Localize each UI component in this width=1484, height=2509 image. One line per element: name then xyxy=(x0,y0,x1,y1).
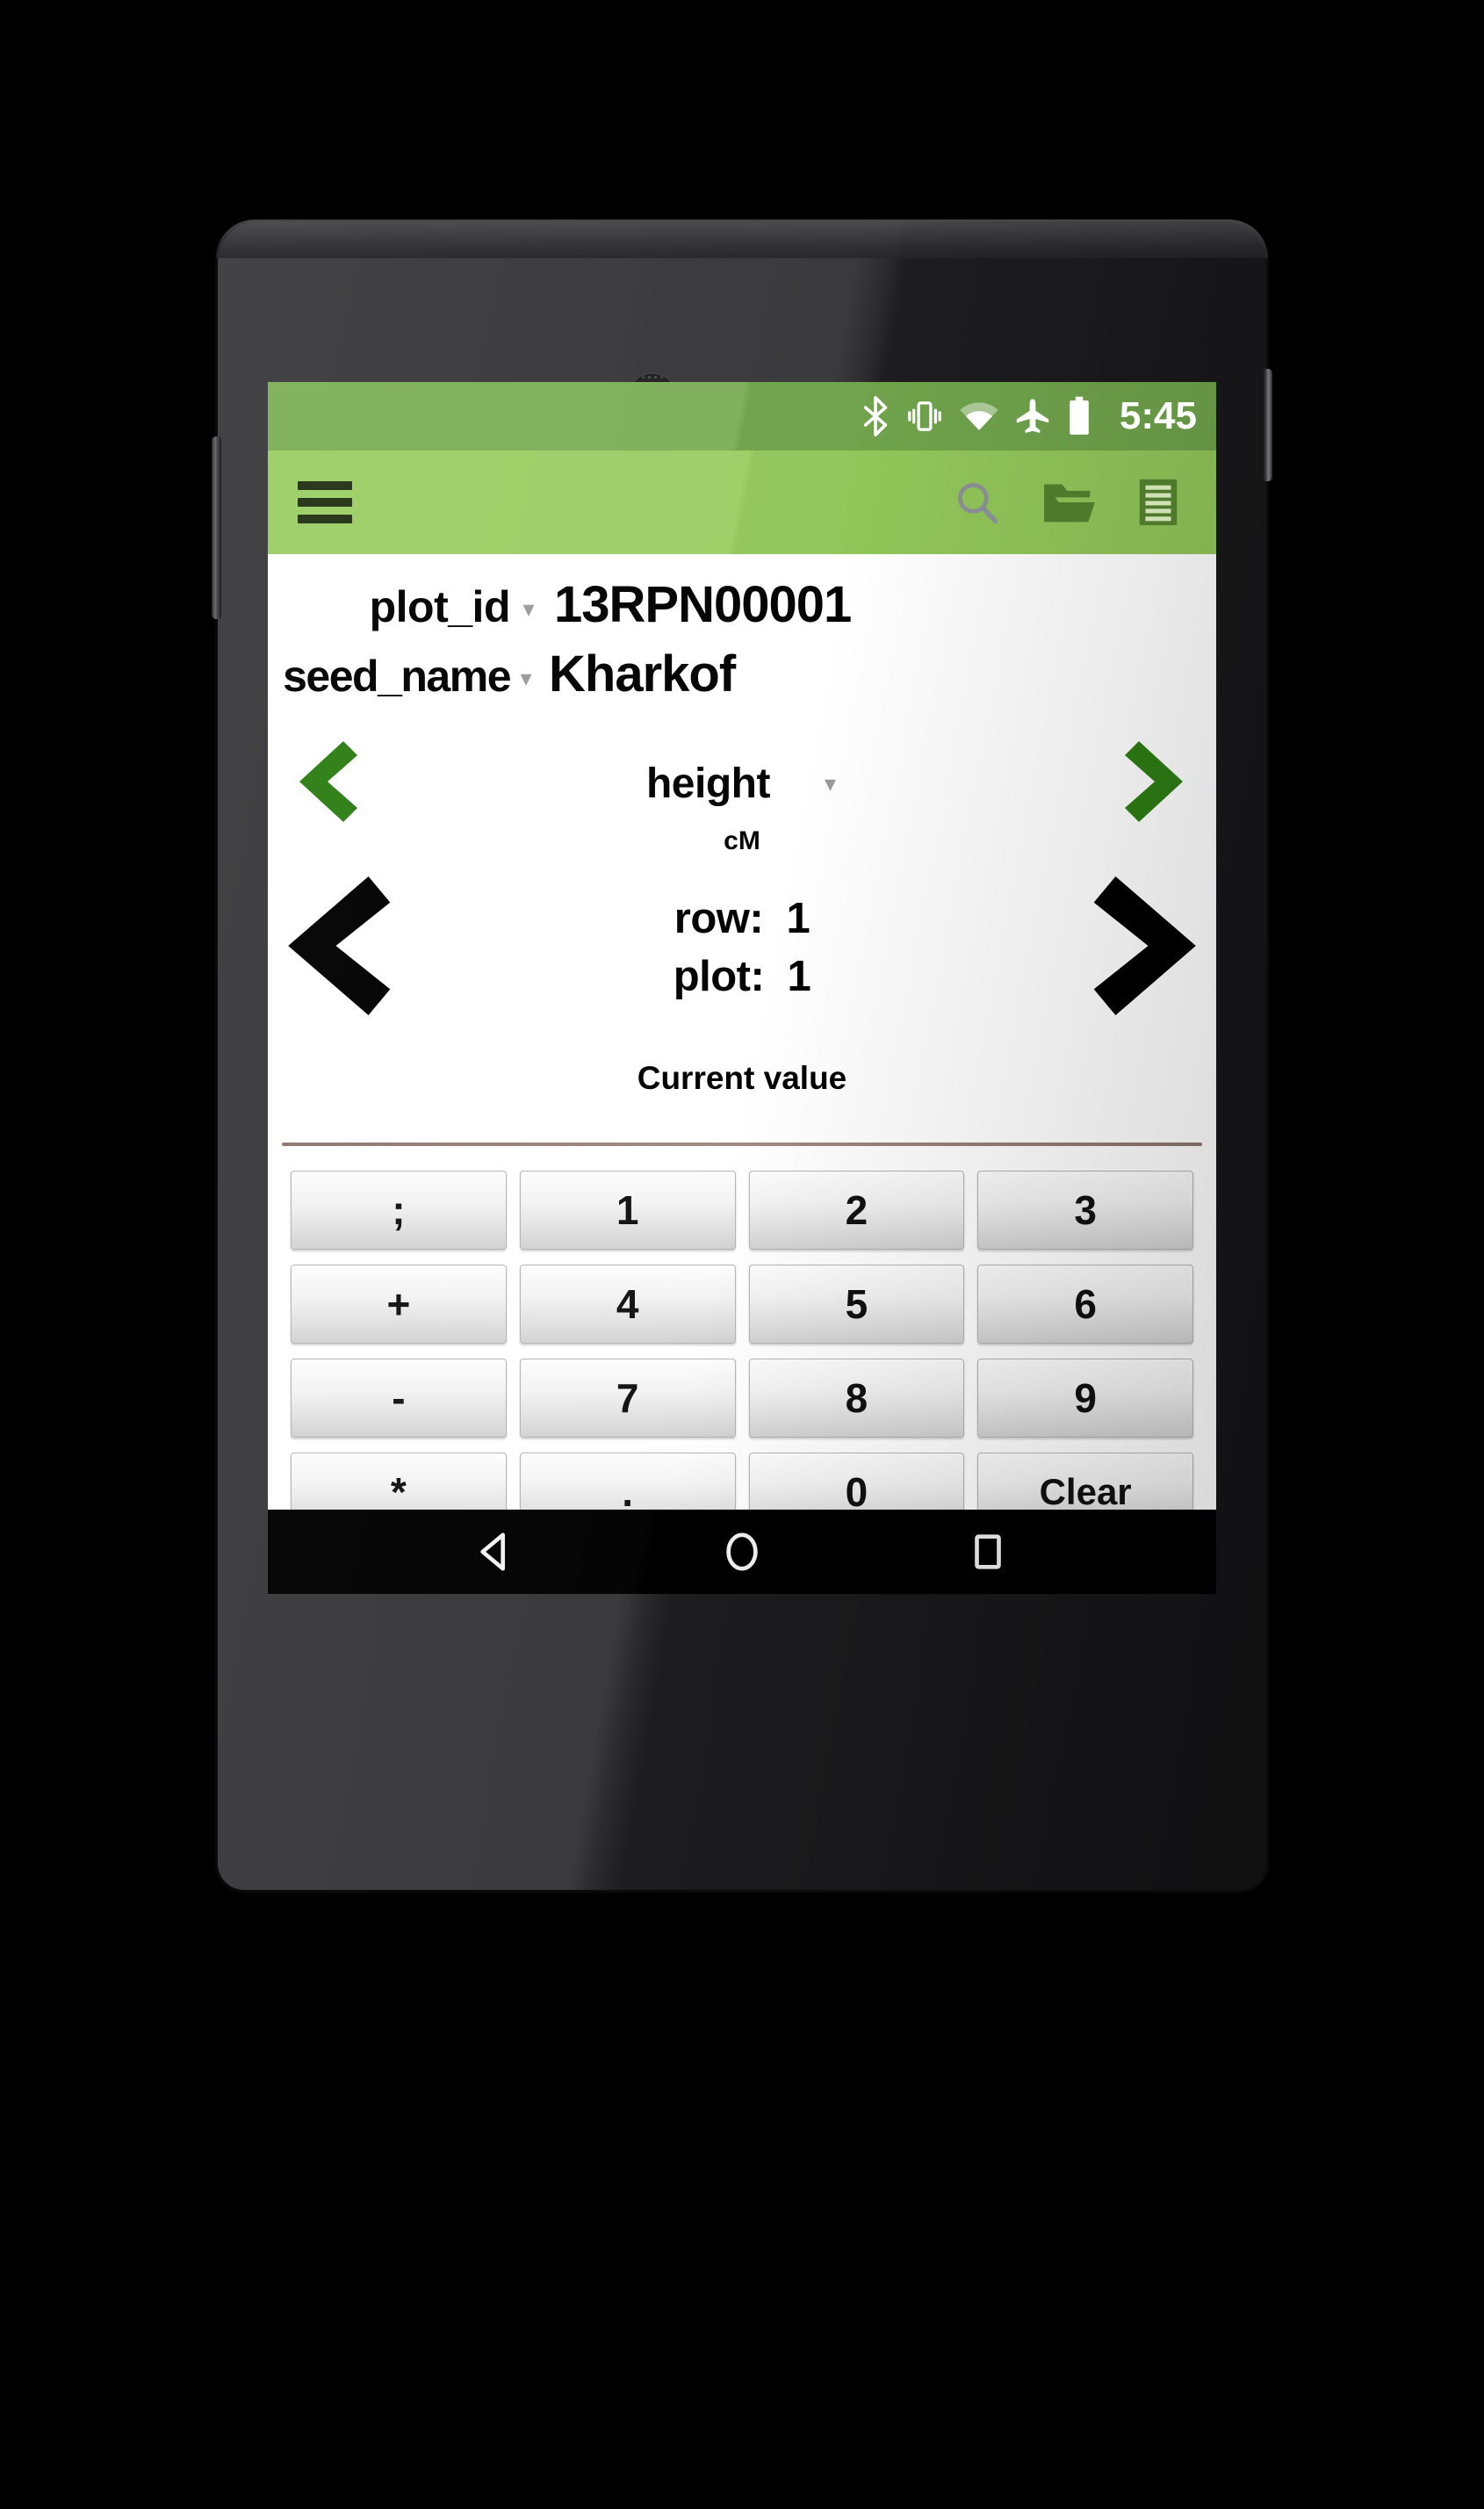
plot-id-value: 13RPN00001 xyxy=(554,576,852,633)
trait-dropdown-caret[interactable]: ▾ xyxy=(825,772,836,795)
numeric-keypad: ; 1 2 3 + 4 5 6 - 7 8 9 * . 0 Clear xyxy=(268,1171,1216,1532)
status-icon-group: 5:45 xyxy=(861,394,1197,438)
chevron-right-icon xyxy=(1124,740,1183,822)
seed-name-row[interactable]: seed_name ▾ Kharkof xyxy=(268,645,1216,703)
status-bar: 5:45 xyxy=(268,382,1216,451)
home-circle-icon xyxy=(726,1532,758,1571)
phone-screen: 5:45 plot_id ▾ 13RPN00001 seed_name ▾ Kh… xyxy=(268,382,1216,1594)
wifi-icon xyxy=(960,402,998,430)
trait-name: height xyxy=(645,760,770,807)
recents-square-icon xyxy=(975,1534,1001,1569)
recents-button[interactable] xyxy=(948,1512,1027,1591)
battery-icon xyxy=(1070,396,1089,435)
airplane-mode-icon xyxy=(1016,399,1049,434)
key-4[interactable]: 4 xyxy=(519,1265,736,1344)
screenshot-root: 5:45 plot_id ▾ 13RPN00001 seed_name ▾ Kh… xyxy=(0,0,1484,2509)
phone-device: 5:45 plot_id ▾ 13RPN00001 seed_name ▾ Kh… xyxy=(212,220,1272,1890)
key-9[interactable]: 9 xyxy=(977,1359,1193,1438)
plot-navigation-row: row: 1 plot: 1 xyxy=(268,869,1216,1027)
phone-top-bezel xyxy=(216,220,1268,258)
back-button[interactable] xyxy=(457,1512,536,1591)
row-indicator: row: 1 xyxy=(674,895,810,942)
toolbar-actions xyxy=(953,477,1193,528)
key-6[interactable]: 6 xyxy=(977,1265,1193,1344)
volume-rocker[interactable] xyxy=(212,436,221,619)
key-5[interactable]: 5 xyxy=(748,1265,965,1344)
plot-position-display: row: 1 plot: 1 xyxy=(674,894,811,1001)
plot-indicator: plot: 1 xyxy=(673,953,811,1000)
plot-id-row[interactable]: plot_id ▾ 13RPN00001 xyxy=(268,575,1216,634)
vibrate-icon xyxy=(908,401,941,431)
seed-name-dropdown-caret[interactable]: ▾ xyxy=(510,667,542,689)
bluetooth-icon xyxy=(863,396,888,436)
plot-id-dropdown-caret[interactable]: ▾ xyxy=(510,597,547,620)
key-3[interactable]: 3 xyxy=(977,1171,1193,1250)
trait-display[interactable]: height ▾ xyxy=(646,760,836,808)
previous-trait-chevron[interactable] xyxy=(284,736,368,832)
key-plus[interactable]: + xyxy=(291,1265,507,1344)
plot-id-label: plot_id xyxy=(369,582,511,631)
current-value-label: Current value xyxy=(637,1060,847,1096)
key-7[interactable]: 7 xyxy=(519,1359,736,1438)
chevron-left-icon xyxy=(299,740,357,822)
key-2[interactable]: 2 xyxy=(748,1171,965,1250)
next-trait-chevron[interactable] xyxy=(1114,736,1199,832)
status-bar-clock: 5:45 xyxy=(1119,394,1197,437)
open-folder-button[interactable] xyxy=(1041,478,1097,527)
search-icon xyxy=(957,482,998,524)
list-button[interactable] xyxy=(1135,477,1181,528)
open-folder-icon xyxy=(1044,484,1095,523)
previous-plot-chevron[interactable] xyxy=(277,872,400,1024)
search-button[interactable] xyxy=(953,478,1002,527)
back-triangle-icon xyxy=(480,1532,505,1571)
seed-name-label: seed_name xyxy=(283,652,511,701)
key-minus[interactable]: - xyxy=(291,1359,507,1438)
key-8[interactable]: 8 xyxy=(748,1359,965,1438)
chevron-left-large-icon xyxy=(288,876,391,1015)
list-icon xyxy=(1139,479,1178,526)
keypad-divider xyxy=(282,1143,1202,1146)
power-button[interactable] xyxy=(1263,369,1272,481)
app-toolbar xyxy=(268,451,1216,554)
chevron-right-large-icon xyxy=(1093,876,1196,1015)
trait-selector-row: height ▾ xyxy=(268,735,1216,832)
trait-unit: cM xyxy=(724,826,760,855)
next-plot-chevron[interactable] xyxy=(1084,872,1207,1024)
seed-name-value: Kharkof xyxy=(549,645,736,703)
main-content: plot_id ▾ 13RPN00001 seed_name ▾ Kharkof xyxy=(268,575,1216,1532)
home-button[interactable] xyxy=(702,1512,782,1591)
key-semicolon[interactable]: ; xyxy=(291,1171,507,1250)
android-navigation-bar xyxy=(268,1510,1216,1594)
hamburger-menu-icon[interactable] xyxy=(298,481,352,523)
key-1[interactable]: 1 xyxy=(519,1171,736,1250)
